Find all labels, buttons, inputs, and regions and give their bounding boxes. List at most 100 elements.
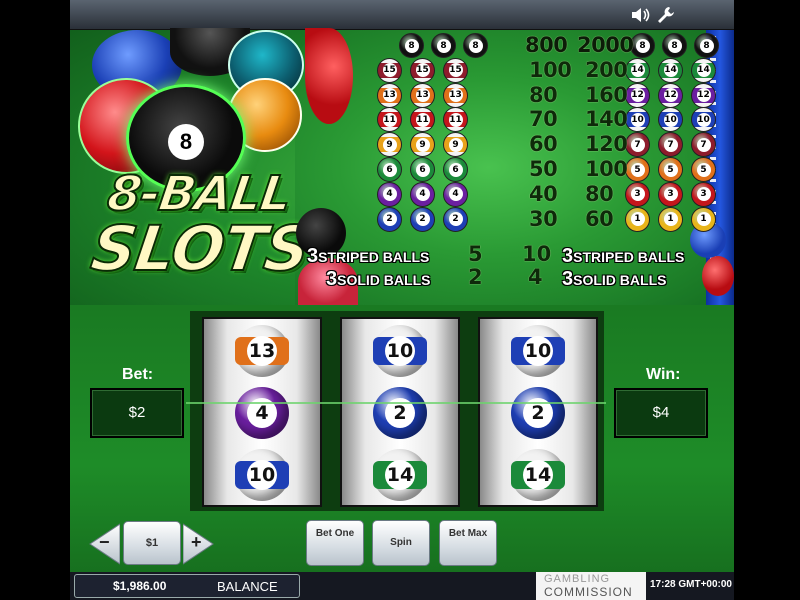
paytable-ball-right-1: 1 bbox=[625, 206, 650, 232]
top-bar bbox=[70, 0, 734, 30]
commission-line1: GAMBLING bbox=[544, 573, 611, 585]
ball-number: 15 bbox=[415, 63, 430, 78]
minus-label: − bbox=[99, 532, 110, 552]
ball-number: 6 bbox=[415, 162, 430, 177]
paytable-row: 4 4 4 3 3 3 40 80 bbox=[307, 181, 734, 208]
decrease-coin-button[interactable]: − bbox=[86, 522, 121, 566]
bet-max-button[interactable]: Bet Max bbox=[439, 520, 497, 566]
ball-number: 6 bbox=[448, 162, 463, 177]
paytable-pay-max: 200 bbox=[585, 57, 628, 82]
coin-value-button[interactable]: $1 bbox=[123, 521, 181, 565]
ball-number: 9 bbox=[448, 137, 463, 152]
paytable-row: 15 15 15 14 14 14 100 200 bbox=[307, 57, 734, 84]
reel-ball: 10 bbox=[235, 449, 289, 501]
ball-number: 5 bbox=[663, 162, 678, 177]
ball-number: 7 bbox=[696, 137, 711, 152]
gambling-commission-logo[interactable]: GAMBLING COMMISSION bbox=[536, 572, 646, 600]
ball-number: 10 bbox=[630, 112, 645, 127]
ball-number: 2 bbox=[448, 212, 463, 227]
paytable-ball-left-3: 2 bbox=[443, 206, 468, 232]
paytable-pay-max: 100 bbox=[585, 157, 628, 181]
win-label: Win: bbox=[646, 366, 681, 383]
increase-coin-button[interactable]: + bbox=[182, 522, 217, 566]
paytable-row: 6 6 6 5 5 5 50 100 bbox=[307, 157, 734, 183]
ball-number: 2 bbox=[415, 212, 430, 227]
paytable-pay-three: 60 bbox=[529, 132, 558, 157]
ball-number: 7 bbox=[630, 137, 645, 152]
paytable-ball-right-1: 3 bbox=[625, 181, 650, 207]
reel-ball: 2 bbox=[373, 387, 427, 439]
paytable-ball-right-3: 14 bbox=[691, 57, 716, 83]
wrench-icon[interactable] bbox=[656, 5, 678, 25]
striped-pay1: 5 bbox=[468, 242, 483, 266]
paytable-ball-right-2: 10 bbox=[658, 107, 683, 133]
solid-count-right: 3 bbox=[562, 268, 574, 290]
ball-number: 11 bbox=[382, 112, 397, 127]
decor-8-ball-number: 8 bbox=[168, 124, 204, 160]
paytable-ball-right-1: 12 bbox=[625, 82, 650, 108]
plus-label: + bbox=[191, 532, 202, 552]
paytable-row: 8 8 8 8 8 8 800 2000 bbox=[307, 33, 734, 59]
balance-amount: $1,986.00 bbox=[113, 579, 167, 593]
ball-number: 12 bbox=[630, 88, 645, 103]
paytable-pay-three: 50 bbox=[529, 157, 558, 181]
ball-number: 4 bbox=[382, 187, 397, 202]
ball-number: 10 bbox=[696, 112, 711, 127]
paytable-ball-right-3: 5 bbox=[691, 157, 716, 182]
bet-one-button[interactable]: Bet One bbox=[306, 520, 364, 566]
solid-row-right: 3SOLID BALLS bbox=[562, 268, 666, 291]
striped-count-right: 3 bbox=[562, 245, 574, 267]
balance-label: BALANCE bbox=[217, 579, 278, 594]
paytable-ball-right-3: 1 bbox=[691, 206, 716, 232]
ball-number: 1 bbox=[696, 212, 711, 227]
ball-number: 1 bbox=[630, 212, 645, 227]
speaker-icon[interactable] bbox=[630, 5, 652, 25]
spin-button[interactable]: Spin bbox=[372, 520, 430, 566]
paytable-pay-max: 140 bbox=[585, 107, 628, 132]
solid-label-left: SOLID BALLS bbox=[337, 272, 431, 288]
paytable-pay-max: 160 bbox=[585, 82, 628, 107]
paytable-ball-left-3: 8 bbox=[463, 33, 488, 58]
paytable-ball-left-2: 9 bbox=[410, 132, 435, 158]
solid-row-left: 3SOLID BALLS bbox=[326, 268, 430, 291]
ball-number: 15 bbox=[448, 63, 463, 78]
paytable-ball-right-2: 5 bbox=[658, 157, 683, 182]
decor-red-ball-right bbox=[702, 256, 734, 296]
ball-number: 2 bbox=[382, 212, 397, 227]
win-value: $4 bbox=[614, 388, 708, 438]
ball-number: 13 bbox=[448, 88, 463, 103]
striped-row-right: 3STRIPED BALLS bbox=[562, 245, 684, 268]
paytable-pay-three: 30 bbox=[529, 206, 558, 231]
paytable-pay-three: 40 bbox=[529, 181, 558, 206]
ball-number: 12 bbox=[663, 88, 678, 103]
bet-value: $2 bbox=[90, 388, 184, 438]
paytable-ball-right-2: 8 bbox=[662, 33, 687, 58]
ball-number: 3 bbox=[696, 187, 711, 202]
ball-number: 4 bbox=[448, 187, 463, 202]
reel-ball-number: 10 bbox=[247, 460, 277, 490]
paytable-pay-max: 2000 bbox=[577, 33, 634, 57]
striped-row-left: 3STRIPED BALLS bbox=[307, 245, 429, 268]
striped-label-right: STRIPED BALLS bbox=[573, 249, 685, 265]
clock: 17:28 GMT+00:00 bbox=[650, 579, 732, 590]
reel-1: 13 4 10 bbox=[202, 317, 322, 507]
paytable-ball-right-2: 3 bbox=[658, 181, 683, 207]
paytable-ball-left-3: 13 bbox=[443, 82, 468, 108]
ball-number: 9 bbox=[415, 137, 430, 152]
reel-ball-number: 14 bbox=[385, 460, 415, 490]
ball-number: 8 bbox=[635, 38, 650, 53]
solid-pay2: 4 bbox=[528, 265, 543, 289]
paytable-ball-left-1: 15 bbox=[377, 57, 402, 83]
paytable-ball-right-2: 7 bbox=[658, 132, 683, 158]
paytable-row: 2 2 2 1 1 1 30 60 bbox=[307, 206, 734, 233]
paytable-ball-right-3: 7 bbox=[691, 132, 716, 158]
reel-2: 10 2 14 bbox=[340, 317, 460, 507]
ball-number: 13 bbox=[415, 88, 430, 103]
ball-number: 9 bbox=[382, 137, 397, 152]
reel-3: 10 2 14 bbox=[478, 317, 598, 507]
paytable-ball-right-1: 10 bbox=[625, 107, 650, 133]
paytable-ball-left-2: 6 bbox=[410, 157, 435, 182]
ball-number: 14 bbox=[696, 63, 711, 78]
ball-number: 7 bbox=[663, 137, 678, 152]
paytable-ball-right-1: 8 bbox=[630, 33, 655, 58]
